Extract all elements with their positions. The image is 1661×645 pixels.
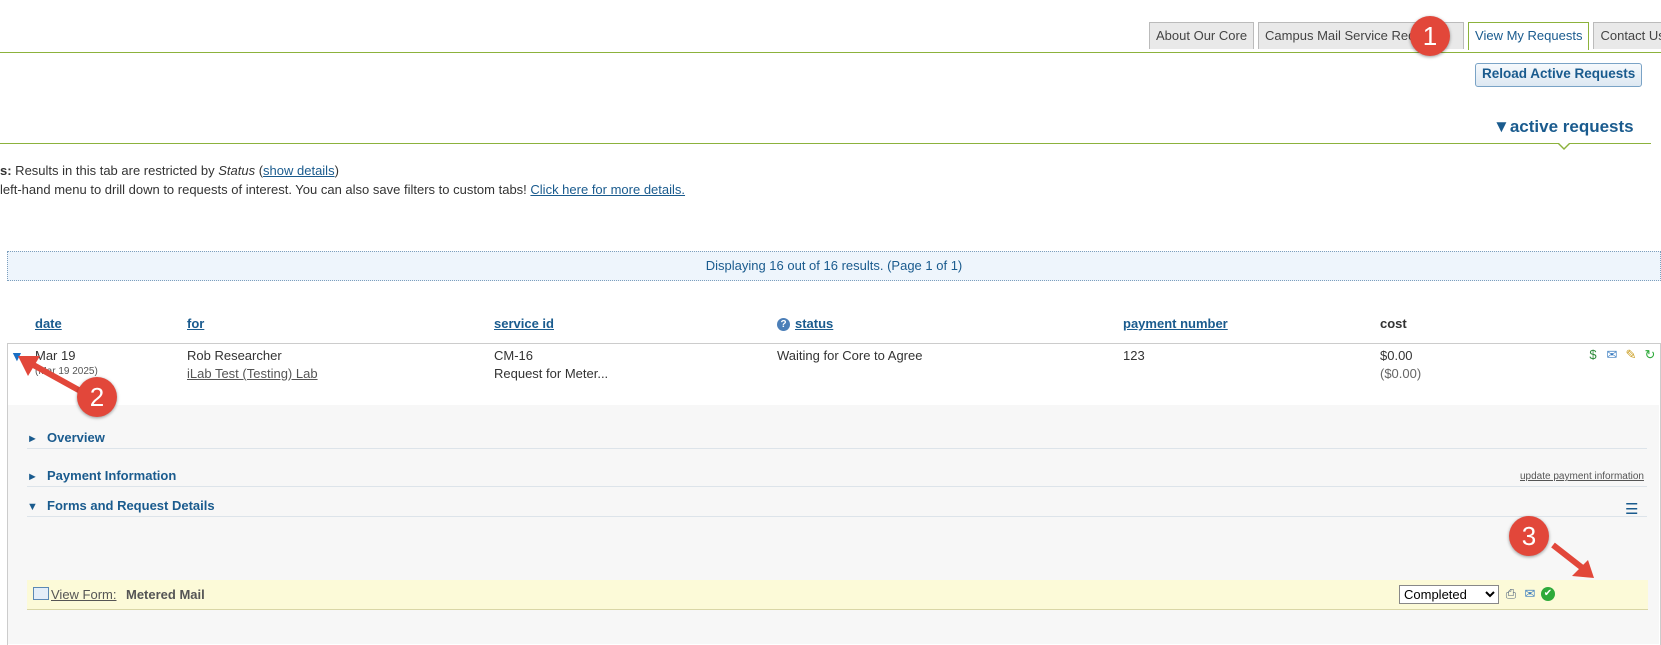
filter-notice-text: Results in this tab are restricted by <box>11 163 219 178</box>
column-header-service-id[interactable]: service id <box>494 316 554 331</box>
section-divider <box>27 516 1647 517</box>
heading-notch <box>1557 142 1571 150</box>
column-header-payment-number[interactable]: payment number <box>1123 316 1228 331</box>
top-tabs: About Our Core Campus Mail Service Reque… <box>1149 22 1661 50</box>
column-header-date[interactable]: date <box>35 316 62 331</box>
email-icon[interactable]: ✉ <box>1522 586 1538 602</box>
section-divider <box>27 448 1647 449</box>
expand-toggle-icon[interactable]: ▼ <box>10 348 24 364</box>
paren-open: ( <box>255 163 264 178</box>
section-divider <box>27 486 1647 487</box>
help-icon[interactable]: ? <box>777 318 790 331</box>
tab-view-my-requests[interactable]: View My Requests <box>1468 22 1590 50</box>
view-form-link[interactable]: View Form: <box>51 587 117 602</box>
form-action-icons: ⎙ ✉ ✔ <box>1503 586 1555 602</box>
more-details-link[interactable]: Click here for more details. <box>530 182 685 197</box>
update-payment-information-link[interactable]: update payment information <box>1520 471 1644 482</box>
show-details-link[interactable]: show details <box>263 163 335 178</box>
request-service-desc: Request for Meter... <box>494 366 609 381</box>
tab-about-our-core[interactable]: About Our Core <box>1149 22 1255 49</box>
form-status-select[interactable]: Completed <box>1399 585 1499 604</box>
request-payment-number: 123 <box>1123 348 1145 363</box>
column-header-for[interactable]: for <box>187 316 204 331</box>
paren-close: ) <box>334 163 339 178</box>
print-icon[interactable]: ⎙ <box>1503 586 1519 602</box>
form-name: Metered Mail <box>126 587 205 602</box>
filter-status-term: Status <box>218 163 256 178</box>
filter-notice-prefix: s: <box>0 163 12 178</box>
section-payment-label: Payment Information <box>47 468 177 483</box>
annotation-badge-3: 3 <box>1509 516 1549 556</box>
annotation-badge-2: 2 <box>77 377 117 417</box>
form-icon <box>33 587 49 600</box>
edit-money-icon[interactable]: $ <box>1585 347 1601 363</box>
row-action-icons: $ ✉ ✎ ↻ <box>1585 347 1658 363</box>
column-header-cost: cost <box>1380 316 1407 331</box>
request-cost: $0.00 <box>1380 348 1413 363</box>
annotation-badge-1: 1 <box>1410 16 1450 56</box>
refresh-icon[interactable]: ↻ <box>1642 347 1658 363</box>
section-forms-label: Forms and Request Details <box>47 498 215 513</box>
request-date: Mar 19 <box>35 348 76 363</box>
column-header-status-wrap: ? status <box>777 316 833 331</box>
request-service-id: CM-16 <box>494 348 534 363</box>
request-cost-sub: ($0.00) <box>1380 366 1422 381</box>
filter-notice: s: Results in this tab are restricted by… <box>0 163 339 178</box>
active-requests-heading[interactable]: ▼active requests <box>1493 117 1634 137</box>
column-header-status[interactable]: status <box>795 316 833 331</box>
tab-contact-us[interactable]: Contact Us <box>1593 22 1661 49</box>
form-row: View Form: Metered Mail Completed ⎙ ✉ ✔ <box>27 580 1648 610</box>
section-overview-label: Overview <box>47 430 105 445</box>
request-lab-link[interactable]: iLab Test (Testing) Lab <box>187 366 318 381</box>
collapsed-arrow-icon: ► <box>27 433 38 445</box>
request-date-full: (Mar 19 2025) <box>35 366 98 377</box>
tab-divider <box>0 52 1661 53</box>
section-payment-information[interactable]: ► Payment Information <box>27 468 176 483</box>
check-icon[interactable]: ✔ <box>1541 587 1555 601</box>
request-status: Waiting for Core to Agree <box>777 348 923 363</box>
reload-active-requests-button[interactable]: Reload Active Requests <box>1475 63 1643 87</box>
comments-icon[interactable]: ✉ <box>1604 347 1620 363</box>
help-notice: left-hand menu to drill down to requests… <box>0 182 685 197</box>
section-forms-and-request-details[interactable]: ▼ Forms and Request Details <box>27 498 215 513</box>
section-overview[interactable]: ► Overview <box>27 430 105 445</box>
collapsed-arrow-icon: ► <box>27 471 38 483</box>
edit-pencil-icon[interactable]: ✎ <box>1623 347 1639 363</box>
results-summary: Displaying 16 out of 16 results. (Page 1… <box>7 251 1661 281</box>
help-notice-text: left-hand menu to drill down to requests… <box>0 182 531 197</box>
expanded-arrow-icon: ▼ <box>27 501 38 513</box>
heading-divider <box>0 143 1651 144</box>
request-for-name: Rob Researcher <box>187 348 282 363</box>
